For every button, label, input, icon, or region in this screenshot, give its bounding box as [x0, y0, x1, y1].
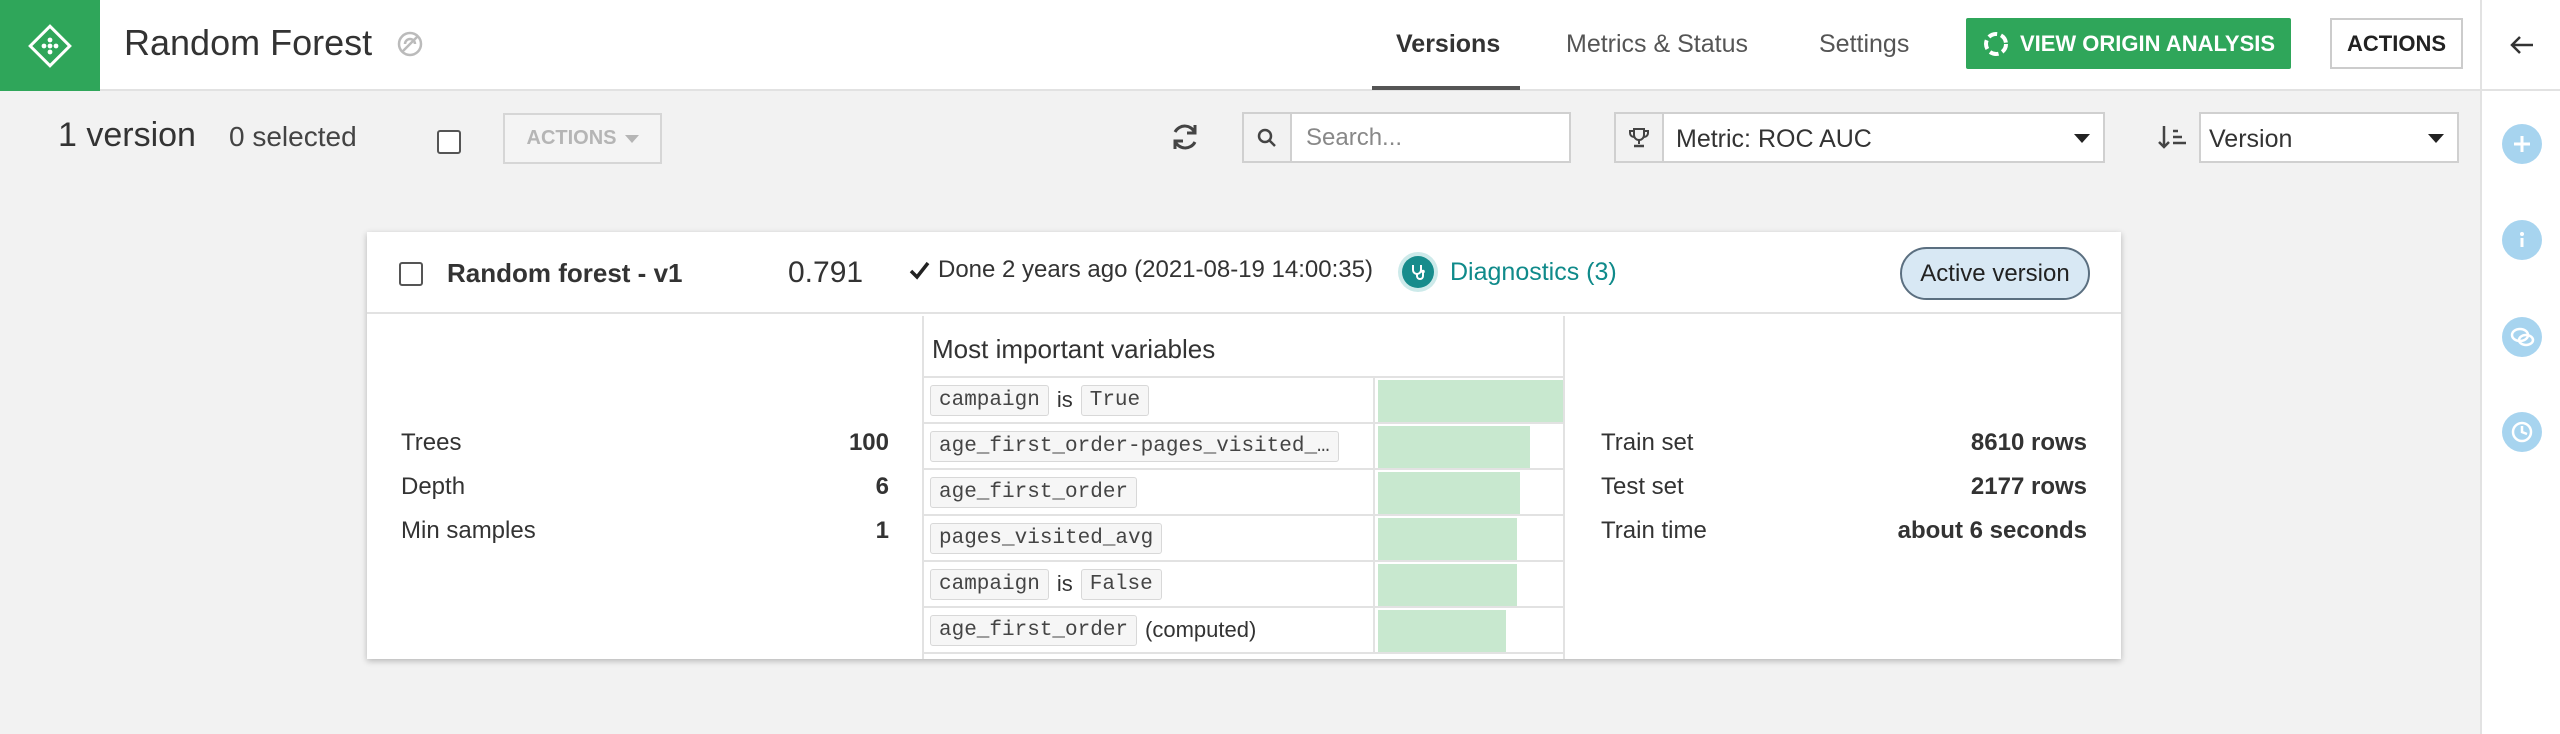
train-value: about 6 seconds	[1897, 517, 2087, 544]
search-icon-addon	[1244, 114, 1292, 161]
chat-icon	[2510, 327, 2535, 347]
tab-metrics-status[interactable]: Metrics & Status	[1566, 30, 1748, 59]
rail-history-button[interactable]	[2502, 412, 2542, 452]
stethoscope-icon	[1398, 252, 1438, 292]
top-bar: Random Forest Versions Metrics & Status …	[0, 0, 2480, 91]
importance-bar	[1378, 472, 1520, 514]
header-actions-button[interactable]: ACTIONS	[2330, 18, 2463, 69]
logo-icon	[28, 23, 72, 68]
important-variables-panel: Most important variables campaign is Tru…	[922, 316, 1565, 659]
variable-row: campaign is True	[924, 376, 1563, 422]
train-label: Train set	[1601, 429, 1694, 456]
bulk-actions-button[interactable]: ACTIONS	[503, 113, 662, 164]
clock-icon	[2511, 421, 2533, 443]
sort-order-icon[interactable]	[2156, 120, 2190, 154]
analysis-icon	[1983, 31, 2008, 56]
diagnostics-link[interactable]: Diagnostics (3)	[1398, 252, 1617, 292]
train-value: 8610 rows	[1970, 429, 2087, 456]
param-value: 1	[875, 517, 889, 544]
plus-icon	[2514, 136, 2530, 152]
param-label: Depth	[401, 473, 466, 500]
rail-add-button[interactable]	[2502, 124, 2542, 164]
search-input[interactable]	[1294, 114, 1569, 161]
trophy-icon	[1629, 127, 1649, 147]
tab-versions[interactable]: Versions	[1396, 30, 1500, 59]
collapse-panel-button[interactable]	[2482, 0, 2560, 91]
arrow-left-icon	[2510, 35, 2533, 54]
variable-row: age_first_order	[924, 468, 1563, 514]
version-count: 1 version	[58, 116, 196, 154]
param-value: 100	[848, 429, 889, 456]
tab-settings[interactable]: Settings	[1819, 30, 1909, 59]
metric-select-value: Metric: ROC AUC	[1676, 125, 1872, 153]
variable-name: campaign	[930, 568, 1049, 600]
important-variables-title: Most important variables	[932, 334, 1216, 364]
variable-value: True	[1080, 384, 1150, 416]
train-label: Test set	[1601, 473, 1684, 500]
variable-name: age_first_order	[930, 614, 1138, 646]
importance-bar	[1378, 610, 1506, 652]
page-title: Random Forest	[124, 22, 373, 63]
param-label: Trees	[401, 429, 462, 456]
training-status-text: Done 2 years ago (2021-08-19 14:00:35)	[938, 256, 1373, 283]
variable-suffix: (computed)	[1145, 617, 1257, 642]
metric-select[interactable]: Metric: ROC AUC	[1614, 112, 2105, 163]
variable-row: age_first_order-pages_visited_…	[924, 422, 1563, 468]
training-status: Done 2 years ago (2021-08-19 14:00:35)	[908, 256, 1373, 284]
variable-connector: is	[1056, 571, 1073, 596]
variable-row: age_first_order (computed)	[924, 606, 1563, 652]
version-card-body: Trees 100 Depth 6 Min samples 1 Most imp…	[367, 316, 2121, 659]
importance-bar	[1378, 426, 1530, 468]
importance-bar	[1378, 380, 1563, 422]
chevron-down-icon	[2428, 134, 2444, 143]
view-origin-analysis-button[interactable]: VIEW ORIGIN ANALYSIS	[1966, 18, 2291, 69]
version-checkbox[interactable]	[399, 262, 423, 286]
search-icon	[1257, 128, 1276, 147]
variable-name: age_first_order-pages_visited_…	[930, 430, 1339, 462]
refresh-icon[interactable]	[1168, 120, 1202, 154]
info-icon	[2520, 232, 2524, 247]
version-card: Random forest - v1 0.791 Done 2 years ag…	[367, 232, 2121, 659]
variable-name: pages_visited_avg	[930, 522, 1163, 554]
view-origin-analysis-label: VIEW ORIGIN ANALYSIS	[2019, 30, 2276, 56]
variable-connector: is	[1056, 387, 1073, 412]
model-version-name[interactable]: Random forest - v1	[447, 258, 683, 289]
active-version-badge: Active version	[1900, 247, 2090, 300]
model-type-icon	[397, 31, 423, 57]
param-value: 6	[875, 473, 889, 500]
rail-info-button[interactable]	[2502, 220, 2542, 260]
variable-name: campaign	[930, 384, 1049, 416]
bulk-actions-label: ACTIONS	[526, 127, 617, 149]
check-icon	[909, 261, 930, 280]
train-label: Train time	[1601, 517, 1707, 544]
model-score: 0.791	[788, 256, 864, 289]
chevron-down-icon	[2074, 134, 2090, 143]
sort-select[interactable]: Version	[2199, 112, 2459, 163]
variable-name: age_first_order	[930, 476, 1138, 508]
variable-value: False	[1080, 568, 1162, 600]
variable-row: campaign is False	[924, 560, 1563, 606]
diagnostics-label: Diagnostics (3)	[1450, 257, 1617, 286]
param-label: Min samples	[401, 517, 536, 544]
importance-bar	[1378, 564, 1517, 606]
importance-bar	[1378, 518, 1517, 560]
chevron-down-icon	[624, 134, 639, 143]
right-rail	[2480, 0, 2560, 734]
variable-row: pages_visited_avg	[924, 514, 1563, 560]
train-value: 2177 rows	[1970, 473, 2087, 500]
sort-select-value: Version	[2209, 125, 2293, 153]
trophy-icon-addon	[1616, 114, 1664, 161]
version-card-header: Random forest - v1 0.791 Done 2 years ag…	[367, 232, 2121, 314]
selected-count: 0 selected	[229, 121, 357, 152]
search-box	[1242, 112, 1571, 163]
app-logo[interactable]	[0, 0, 100, 91]
rail-discussions-button[interactable]	[2502, 317, 2542, 357]
select-all-checkbox[interactable]	[437, 130, 461, 154]
active-tab-indicator	[1372, 86, 1520, 90]
